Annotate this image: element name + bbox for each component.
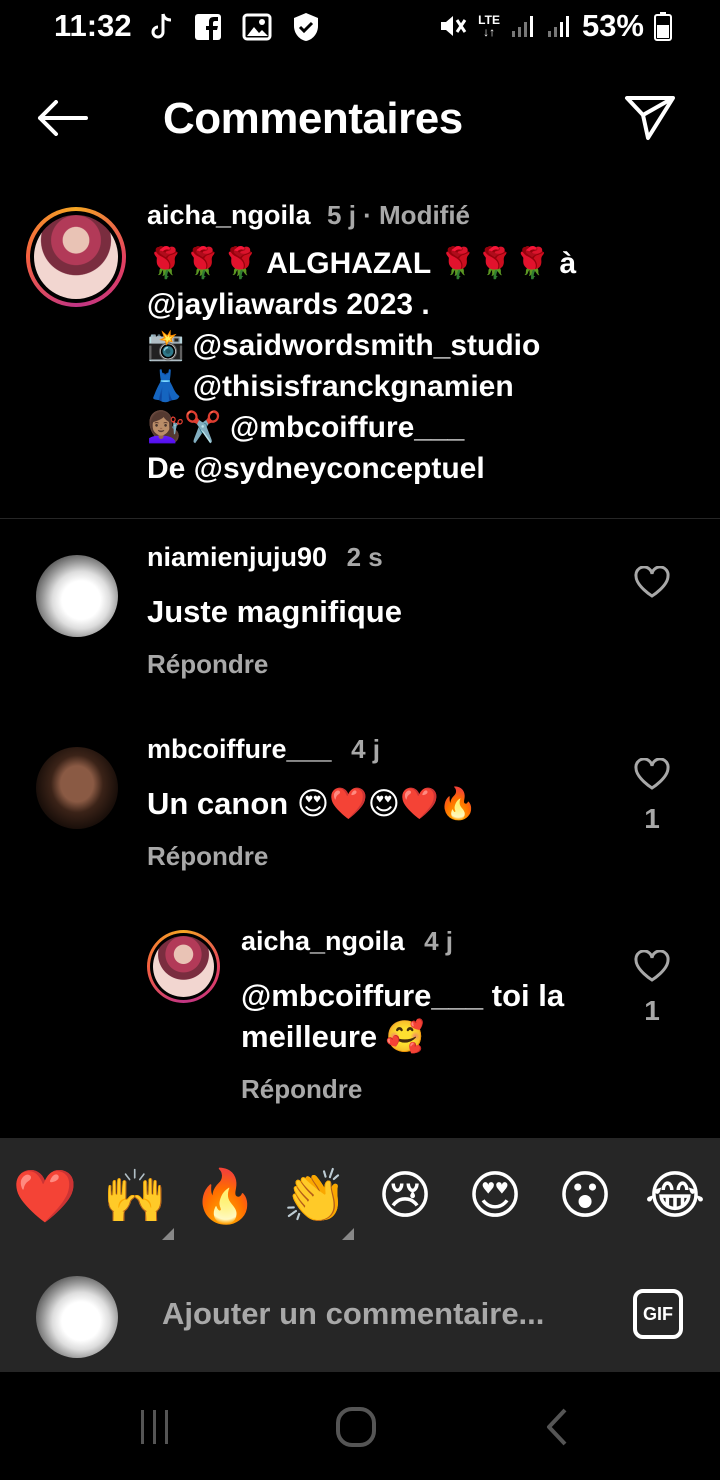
emoji-crying[interactable]: 😢 <box>370 1166 440 1226</box>
like-button[interactable] <box>632 754 672 794</box>
commenter-avatar[interactable] <box>36 747 118 829</box>
comment-username[interactable]: aicha_ngoila <box>241 926 405 956</box>
facebook-icon <box>195 14 221 41</box>
emoji-clap[interactable]: 👏 <box>280 1166 350 1227</box>
comment-time: 4 j <box>424 926 453 956</box>
reply-button[interactable]: Répondre <box>147 649 268 680</box>
emoji-raised-hands[interactable]: 🙌 <box>100 1166 170 1227</box>
comment-text: Un canon 😍❤️😍❤️🔥 <box>147 786 478 821</box>
emoji-surprised[interactable]: 😮 <box>550 1166 620 1226</box>
commenter-avatar[interactable] <box>147 930 220 1003</box>
lte-label: LTE ↓↑ <box>478 13 500 39</box>
emoji-bar: ❤️ 🙌 🔥 👏 😢 😍 😮 😂 <box>0 1138 720 1262</box>
caption-avatar[interactable] <box>26 207 126 307</box>
home-icon <box>336 1407 376 1447</box>
divider <box>0 518 720 519</box>
caption-username[interactable]: aicha_ngoila <box>147 200 311 230</box>
comment-header: aicha_ngoila 4 j <box>241 926 453 957</box>
mute-icon <box>441 16 467 36</box>
comment-text: Juste magnifique <box>147 594 402 629</box>
emoji-heart[interactable]: ❤️ <box>10 1166 80 1227</box>
comment-username[interactable]: mbcoiffure___ <box>147 734 332 764</box>
gif-button[interactable]: GIF <box>633 1289 683 1339</box>
comment-text: @mbcoiffure___ toi la meilleure 🥰 <box>241 975 564 1057</box>
gallery-icon <box>242 13 272 41</box>
heart-icon <box>634 566 670 598</box>
like-count: 1 <box>644 803 660 834</box>
comment-header: niamienjuju90 2 s <box>147 542 383 573</box>
comment-time: 2 s <box>346 542 383 572</box>
reply-button[interactable]: Répondre <box>147 841 268 872</box>
emoji-heart-eyes[interactable]: 😍 <box>460 1166 530 1226</box>
current-user-avatar <box>36 1276 118 1358</box>
emoji-fire[interactable]: 🔥 <box>190 1166 260 1227</box>
caption-line[interactable]: @jayliawards 2023 . <box>147 284 667 325</box>
like-count: 1 <box>644 995 660 1026</box>
caption-text: 🌹🌹🌹 ALGHAZAL 🌹🌹🌹 à @jayliawards 2023 . 📸… <box>147 243 667 489</box>
recent-apps-icon <box>141 1410 168 1444</box>
heart-icon <box>634 758 670 790</box>
post-caption: aicha_ngoila 5 j · Modifié 🌹🌹🌹 ALGHAZAL … <box>147 200 667 489</box>
back-arrow-icon <box>38 100 88 136</box>
battery-percent: 53% <box>581 8 644 43</box>
caption-line[interactable]: 👗 @thisisfranckgnamien <box>147 366 667 407</box>
caption-line[interactable]: 💇🏽‍♀️✂️ @mbcoiffure___ <box>147 407 667 448</box>
comment-input-bar: Ajouter un commentaire... GIF <box>0 1262 720 1372</box>
share-button[interactable] <box>620 90 680 146</box>
page-title: Commentaires <box>163 94 463 143</box>
signal-icon <box>547 16 569 37</box>
signal-icon <box>511 16 533 37</box>
comment-time: 4 j <box>351 734 380 764</box>
header: Commentaires <box>0 70 720 166</box>
tiktok-icon <box>151 13 172 39</box>
caption-line[interactable]: 📸 @saidwordsmith_studio <box>147 325 667 366</box>
back-button[interactable] <box>30 92 94 144</box>
commenter-avatar[interactable] <box>36 555 118 637</box>
caption-line: 🌹🌹🌹 ALGHAZAL 🌹🌹🌹 à <box>147 247 577 280</box>
comment-text-line: meilleure 🥰 <box>241 1019 425 1054</box>
emoji-laughing[interactable]: 😂 <box>640 1166 710 1226</box>
system-status: LTE ↓↑ 53% <box>438 8 672 44</box>
send-icon <box>625 96 675 140</box>
heart-icon <box>634 950 670 982</box>
notification-icons <box>150 12 320 42</box>
back-icon <box>547 1408 567 1446</box>
status-time: 11:32 <box>54 8 132 43</box>
comment-text-line: @mbcoiffure___ toi la <box>241 978 565 1013</box>
caption-line[interactable]: De @sydneyconceptuel <box>147 448 667 489</box>
like-button[interactable] <box>632 946 672 986</box>
system-nav-bar <box>0 1372 720 1480</box>
status-bar: 11:32 LTE ↓↑ 53% <box>0 0 720 56</box>
comment-header: mbcoiffure___ 4 j <box>147 734 380 765</box>
recent-apps-button[interactable] <box>125 1402 185 1452</box>
skin-tone-indicator <box>162 1228 174 1240</box>
battery-icon <box>654 12 672 41</box>
home-button[interactable] <box>326 1402 386 1452</box>
reply-button[interactable]: Répondre <box>241 1074 362 1105</box>
caption-meta: 5 j · Modifié <box>327 200 471 230</box>
nav-back-button[interactable] <box>528 1402 588 1452</box>
like-button[interactable] <box>632 562 672 602</box>
skin-tone-indicator <box>342 1228 354 1240</box>
comment-username[interactable]: niamienjuju90 <box>147 542 327 572</box>
comment-input[interactable]: Ajouter un commentaire... <box>162 1296 544 1332</box>
shield-icon <box>294 13 318 41</box>
